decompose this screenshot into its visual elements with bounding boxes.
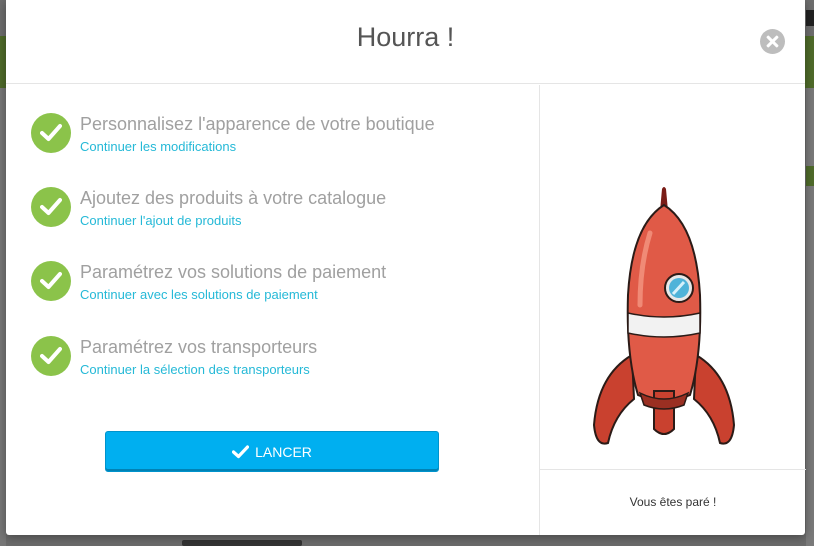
- backdrop-bottom-text: [182, 540, 302, 546]
- ready-text: Vous êtes paré !: [629, 495, 717, 509]
- onboarding-modal: Hourra ! Personnalisez l'apparence de vo…: [6, 0, 806, 535]
- modal-title: Hourra !: [356, 22, 455, 52]
- step-item: Paramétrez vos solutions de paiement Con…: [31, 261, 511, 305]
- step-item: Paramétrez vos transporteurs Continuer l…: [31, 336, 511, 380]
- step-link[interactable]: Continuer la sélection des transporteurs: [80, 362, 310, 377]
- step-title: Ajoutez des produits à votre catalogue: [80, 188, 387, 208]
- check-icon: [31, 113, 71, 153]
- ready-footer: Vous êtes paré !: [540, 469, 806, 535]
- step-item: Personnalisez l'apparence de votre bouti…: [31, 113, 511, 157]
- check-icon: [31, 261, 71, 301]
- modal-header: Hourra !: [6, 0, 805, 84]
- launch-button-label: LANCER: [255, 443, 312, 460]
- rocket-icon: [588, 185, 740, 459]
- backdrop-right: [806, 88, 814, 546]
- launch-button[interactable]: LANCER: [105, 431, 439, 472]
- step-title: Personnalisez l'apparence de votre bouti…: [80, 114, 435, 134]
- steps-column: Personnalisez l'apparence de votre bouti…: [6, 85, 539, 535]
- check-icon: [31, 187, 71, 227]
- step-title: Paramétrez vos solutions de paiement: [80, 262, 387, 282]
- modal-body: Personnalisez l'apparence de votre bouti…: [6, 85, 806, 535]
- step-link[interactable]: Continuer avec les solutions de paiement: [80, 287, 318, 302]
- check-icon: [232, 444, 250, 459]
- backdrop-right-dark: [806, 10, 814, 26]
- backdrop-right-accent: [806, 166, 814, 186]
- step-item: Ajoutez des produits à votre catalogue C…: [31, 187, 511, 231]
- step-link[interactable]: Continuer l'ajout de produits: [80, 213, 241, 228]
- close-icon[interactable]: [760, 29, 785, 54]
- step-title: Paramétrez vos transporteurs: [80, 337, 318, 357]
- check-icon: [31, 336, 71, 376]
- step-link[interactable]: Continuer les modifications: [80, 139, 236, 154]
- illustration-column: Vous êtes paré !: [539, 85, 806, 535]
